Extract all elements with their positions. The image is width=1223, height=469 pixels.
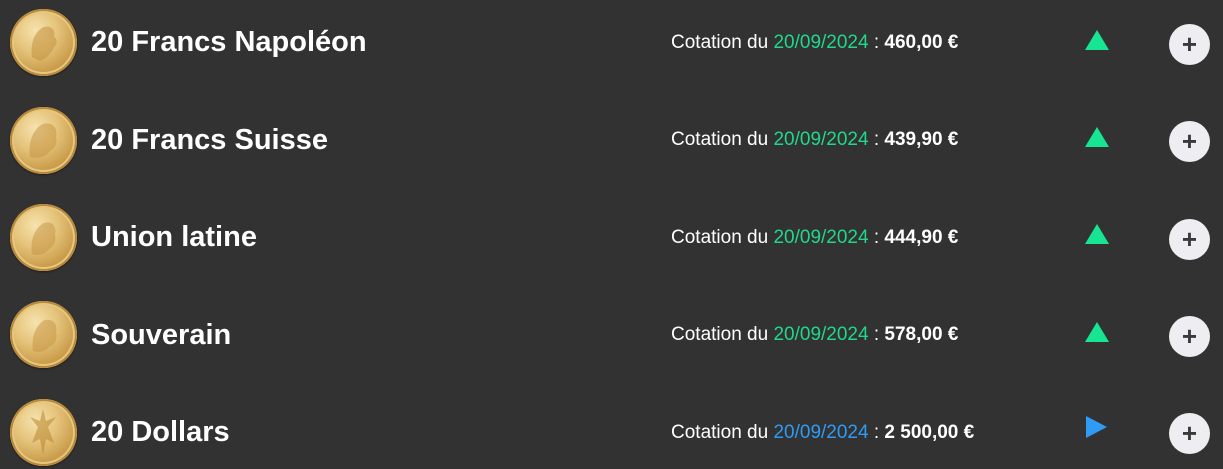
add-button[interactable]: + bbox=[1169, 121, 1210, 162]
coin-name: 20 Dollars bbox=[91, 416, 230, 448]
add-button[interactable]: + bbox=[1169, 316, 1210, 357]
coin-name: Union latine bbox=[91, 221, 257, 253]
quote-prefix: Cotation du bbox=[671, 32, 769, 53]
coin-row: Union latine Cotation du 20/09/2024 : 44… bbox=[0, 194, 1223, 291]
coin-quote: Cotation du 20/09/2024 : 439,90 € bbox=[671, 129, 958, 151]
up-triangle-icon bbox=[1085, 224, 1109, 244]
quote-prefix: Cotation du bbox=[671, 324, 769, 345]
coin-quote: Cotation du 20/09/2024 : 2 500,00 € bbox=[671, 422, 974, 444]
quote-price: 444,90 € bbox=[884, 227, 959, 248]
coin-image bbox=[10, 9, 77, 76]
coin-row: 20 Francs Napoléon Cotation du 20/09/202… bbox=[0, 0, 1223, 97]
quote-prefix: Cotation du bbox=[671, 227, 769, 248]
add-button[interactable]: + bbox=[1169, 24, 1210, 65]
quote-date: 20/09/2024 bbox=[773, 422, 869, 443]
coin-row: 20 Francs Suisse Cotation du 20/09/2024 … bbox=[0, 97, 1223, 194]
quote-separator: : bbox=[873, 129, 880, 150]
coin-quote: Cotation du 20/09/2024 : 460,00 € bbox=[671, 32, 958, 54]
quote-prefix: Cotation du bbox=[671, 129, 769, 150]
coin-row: Souverain Cotation du 20/09/2024 : 578,0… bbox=[0, 291, 1223, 388]
quote-date: 20/09/2024 bbox=[773, 324, 869, 345]
quote-date: 20/09/2024 bbox=[773, 227, 869, 248]
up-triangle-icon bbox=[1085, 127, 1109, 147]
quote-separator: : bbox=[873, 324, 880, 345]
add-button[interactable]: + bbox=[1169, 413, 1210, 454]
up-triangle-icon bbox=[1085, 322, 1109, 342]
quote-separator: : bbox=[873, 227, 880, 248]
coin-image bbox=[10, 399, 77, 466]
coin-name: Souverain bbox=[91, 319, 232, 351]
quote-price: 439,90 € bbox=[884, 129, 959, 150]
quote-separator: : bbox=[873, 32, 880, 53]
quote-price: 578,00 € bbox=[884, 324, 959, 345]
coin-name: 20 Francs Suisse bbox=[91, 124, 328, 156]
coin-quote: Cotation du 20/09/2024 : 444,90 € bbox=[671, 227, 958, 249]
coin-name: 20 Francs Napoléon bbox=[91, 26, 367, 58]
quote-date: 20/09/2024 bbox=[773, 129, 869, 150]
coin-row: 20 Dollars Cotation du 20/09/2024 : 2 50… bbox=[0, 388, 1223, 469]
quote-price: 460,00 € bbox=[884, 32, 959, 53]
quote-separator: : bbox=[873, 422, 880, 443]
right-triangle-icon bbox=[1086, 416, 1107, 438]
quote-price: 2 500,00 € bbox=[884, 422, 975, 443]
up-triangle-icon bbox=[1085, 30, 1109, 50]
add-button[interactable]: + bbox=[1169, 219, 1210, 260]
quote-prefix: Cotation du bbox=[671, 422, 769, 443]
coin-image bbox=[10, 301, 77, 368]
coin-image bbox=[10, 107, 77, 174]
coin-quote: Cotation du 20/09/2024 : 578,00 € bbox=[671, 324, 958, 346]
coin-image bbox=[10, 204, 77, 271]
quote-date: 20/09/2024 bbox=[773, 32, 869, 53]
coin-price-list: 20 Francs Napoléon Cotation du 20/09/202… bbox=[0, 0, 1223, 469]
